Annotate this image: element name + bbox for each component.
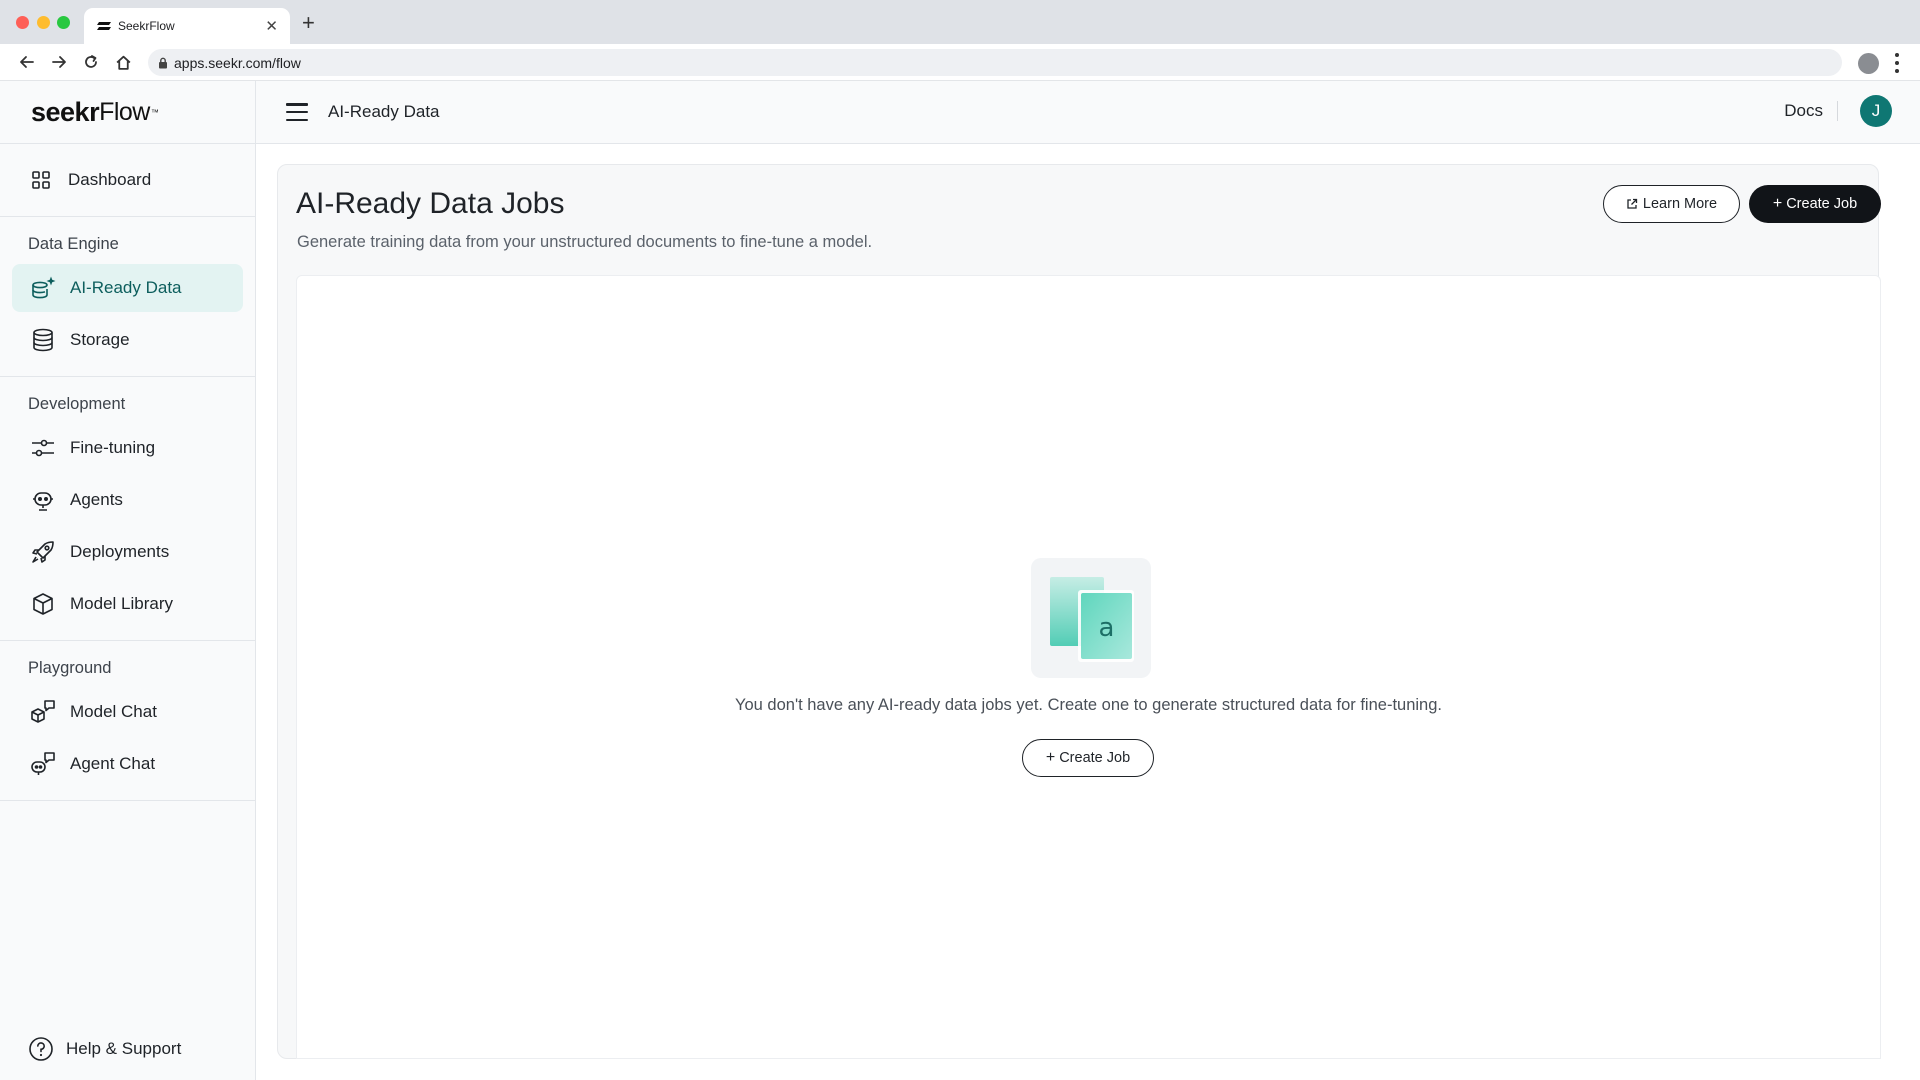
sidebar-item-ai-ready-data[interactable]: AI-Ready Data bbox=[12, 264, 243, 312]
learn-more-label: Learn More bbox=[1642, 196, 1718, 212]
browser-tab-bar: SeekrFlow ✕ + bbox=[0, 0, 1920, 44]
sidebar-item-label: Fine-tuning bbox=[70, 438, 156, 457]
cube-chat-icon bbox=[30, 699, 56, 725]
logo-trademark: ™ bbox=[150, 107, 159, 117]
empty-create-job-button[interactable]: + Create Job bbox=[1022, 739, 1154, 777]
sidebar-item-model-chat[interactable]: Model Chat bbox=[12, 688, 243, 736]
sidebar-item-label: Dashboard bbox=[68, 170, 152, 189]
plus-icon: + bbox=[1045, 749, 1056, 766]
header-title: AI-Ready Data bbox=[328, 102, 440, 121]
sidebar-item-label: Agent Chat bbox=[70, 754, 156, 773]
browser-menu-icon[interactable] bbox=[1894, 53, 1900, 73]
window-maximize-button[interactable] bbox=[57, 16, 70, 29]
app-root: seekr Flow ™ Dashboard Data Engine AI-Read… bbox=[0, 81, 1920, 1080]
top-header: AI-Ready Data Docs J bbox=[256, 81, 1920, 144]
external-link-icon bbox=[1626, 198, 1638, 210]
sidebar-item-label: Storage bbox=[70, 330, 130, 349]
header-actions: Docs J bbox=[1784, 95, 1892, 127]
nav-section-development: Development Fine-tuning Agents Deploymen… bbox=[0, 377, 255, 641]
window-close-button[interactable] bbox=[16, 16, 29, 29]
grid-icon bbox=[28, 167, 54, 193]
help-support-label: Help & Support bbox=[66, 1039, 182, 1058]
sidebar-item-label: Agents bbox=[70, 490, 123, 509]
cube-icon bbox=[30, 591, 56, 617]
sidebar-item-label: Model Chat bbox=[70, 702, 157, 721]
robot-icon bbox=[30, 487, 56, 513]
nav-section-playground: Playground Model Chat Agent Chat bbox=[0, 641, 255, 801]
home-icon[interactable] bbox=[113, 52, 133, 72]
reload-icon[interactable] bbox=[81, 52, 101, 72]
logo[interactable]: seekr Flow ™ bbox=[0, 81, 255, 144]
plus-icon: + bbox=[1772, 195, 1783, 212]
section-title-data-engine: Data Engine bbox=[28, 235, 119, 253]
browser-tab-title: SeekrFlow bbox=[118, 19, 175, 33]
sidebar-item-agent-chat[interactable]: Agent Chat bbox=[12, 740, 243, 788]
user-avatar[interactable]: J bbox=[1860, 95, 1892, 127]
sidebar-item-storage[interactable]: Storage bbox=[12, 316, 243, 364]
browser-tab[interactable]: SeekrFlow ✕ bbox=[84, 8, 290, 44]
back-arrow-icon[interactable] bbox=[17, 52, 37, 72]
window-minimize-button[interactable] bbox=[37, 16, 50, 29]
browser-address-bar: apps.seekr.com/flow bbox=[0, 44, 1920, 81]
sidebar-item-label: Model Library bbox=[70, 594, 173, 613]
database-icon bbox=[30, 327, 56, 353]
sidebar-item-label: AI-Ready Data bbox=[70, 278, 182, 297]
database-sparkle-icon bbox=[30, 275, 56, 301]
create-job-label: Create Job bbox=[1059, 750, 1131, 766]
docs-link[interactable]: Docs bbox=[1784, 101, 1838, 121]
help-support-link[interactable]: Help & Support bbox=[28, 1036, 181, 1062]
nav-section-data-engine: Data Engine AI-Ready Data Storage bbox=[0, 217, 255, 377]
page-title: AI-Ready Data Jobs bbox=[296, 187, 565, 220]
empty-state-panel: a You don't have any AI-ready data jobs … bbox=[296, 275, 1881, 1059]
close-tab-icon[interactable]: ✕ bbox=[265, 19, 278, 34]
sliders-icon bbox=[30, 435, 56, 461]
seekr-favicon-icon bbox=[97, 22, 111, 30]
url-text: apps.seekr.com/flow bbox=[174, 54, 301, 71]
rocket-icon bbox=[30, 539, 56, 565]
learn-more-button[interactable]: Learn More bbox=[1603, 185, 1740, 223]
sidebar-item-fine-tuning[interactable]: Fine-tuning bbox=[12, 424, 243, 472]
new-tab-button[interactable]: + bbox=[302, 12, 315, 34]
page-subtitle: Generate training data from your unstruc… bbox=[297, 233, 873, 251]
url-field[interactable]: apps.seekr.com/flow bbox=[148, 49, 1842, 76]
create-job-label: Create Job bbox=[1786, 196, 1858, 212]
sidebar-item-label: Deployments bbox=[70, 542, 170, 561]
sidebar-item-dashboard[interactable]: Dashboard bbox=[12, 156, 243, 204]
robot-chat-icon bbox=[30, 751, 56, 777]
nav-section-dashboard: Dashboard bbox=[0, 144, 255, 217]
sidebar-item-model-library[interactable]: Model Library bbox=[12, 580, 243, 628]
sidebar: seekr Flow ™ Dashboard Data Engine AI-Read… bbox=[0, 81, 256, 1080]
forward-arrow-icon[interactable] bbox=[49, 52, 69, 72]
hamburger-menu-icon[interactable] bbox=[286, 103, 308, 121]
empty-documents-illustration-icon: a bbox=[1031, 558, 1151, 678]
browser-profile-avatar[interactable] bbox=[1858, 53, 1879, 74]
lock-icon bbox=[159, 57, 167, 68]
create-job-button[interactable]: + Create Job bbox=[1749, 185, 1881, 223]
logo-brand-bold: seekr bbox=[31, 96, 100, 127]
logo-brand-light: Flow bbox=[99, 97, 150, 126]
empty-state-message: You don't have any AI-ready data jobs ye… bbox=[734, 696, 1442, 714]
section-title-playground: Playground bbox=[28, 659, 112, 677]
illustration-letter: a bbox=[1099, 613, 1115, 643]
sidebar-item-agents[interactable]: Agents bbox=[12, 476, 243, 524]
sidebar-item-deployments[interactable]: Deployments bbox=[12, 528, 243, 576]
help-circle-icon bbox=[28, 1036, 54, 1062]
section-title-development: Development bbox=[28, 395, 126, 413]
main-card: AI-Ready Data Jobs Generate training dat… bbox=[277, 164, 1881, 1059]
